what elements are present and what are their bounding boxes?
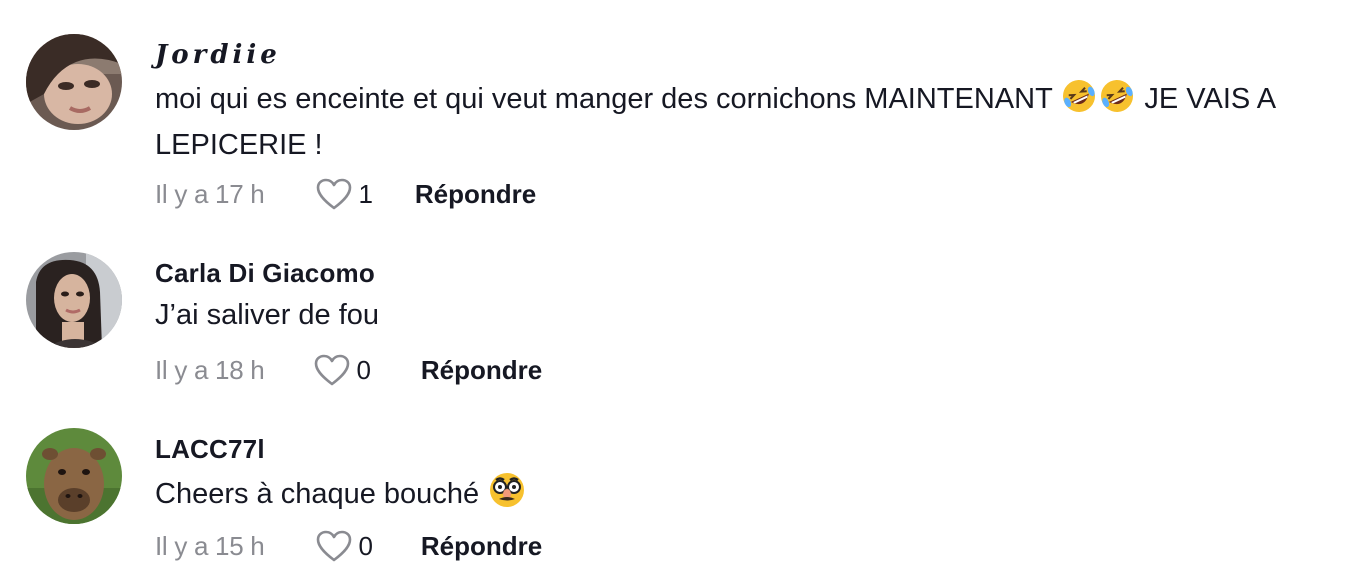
like-count: 0 [356,354,371,385]
heart-outline-icon [314,354,350,386]
comment-username[interactable]: 𝑱𝒐𝒓𝒅𝒊𝒊𝒆 [155,40,281,70]
comment-text-before: moi qui es enceinte et qui veut manger d… [155,83,1061,115]
comment-text: moi qui es enceinte et qui veut manger d… [155,78,1315,165]
comment-username[interactable]: LACC77l [155,434,265,465]
heart-outline-icon [316,178,352,210]
like-button[interactable]: 0 [316,530,373,562]
comment-text-before: J’ai saliver de fou [155,299,380,331]
comment-text: J’ai saliver de fou [155,295,1315,335]
comment-meta: Il y a 17 h 1 Répondre [155,174,536,214]
like-button[interactable]: 0 [314,354,371,386]
avatar[interactable] [26,34,122,130]
comment-text-before: Cheers à chaque bouché [155,478,488,510]
comment-timestamp: Il y a 17 h [155,178,265,209]
comment-meta: Il y a 15 h 0 Répondre [155,526,542,566]
comment-username[interactable]: Carla Di Giacomo [155,258,375,289]
like-button[interactable]: 1 [316,178,373,210]
reply-button[interactable]: Répondre [421,355,542,386]
comment-text: Cheers à chaque bouché [155,471,1315,520]
comment-meta: Il y a 18 h 0 Répondre [155,350,542,390]
rolling-on-floor-laughing-emoji [1061,78,1097,125]
avatar[interactable] [26,252,122,348]
reply-button[interactable]: Répondre [421,531,542,562]
like-count: 1 [358,178,373,209]
like-count: 0 [358,530,373,561]
reply-button[interactable]: Répondre [415,179,536,210]
rolling-on-floor-laughing-emoji [1099,78,1135,125]
heart-outline-icon [316,530,352,562]
avatar[interactable] [26,428,122,524]
disguised-face-emoji [488,471,526,520]
comment-timestamp: Il y a 15 h [155,530,265,561]
comment-timestamp: Il y a 18 h [155,354,265,385]
